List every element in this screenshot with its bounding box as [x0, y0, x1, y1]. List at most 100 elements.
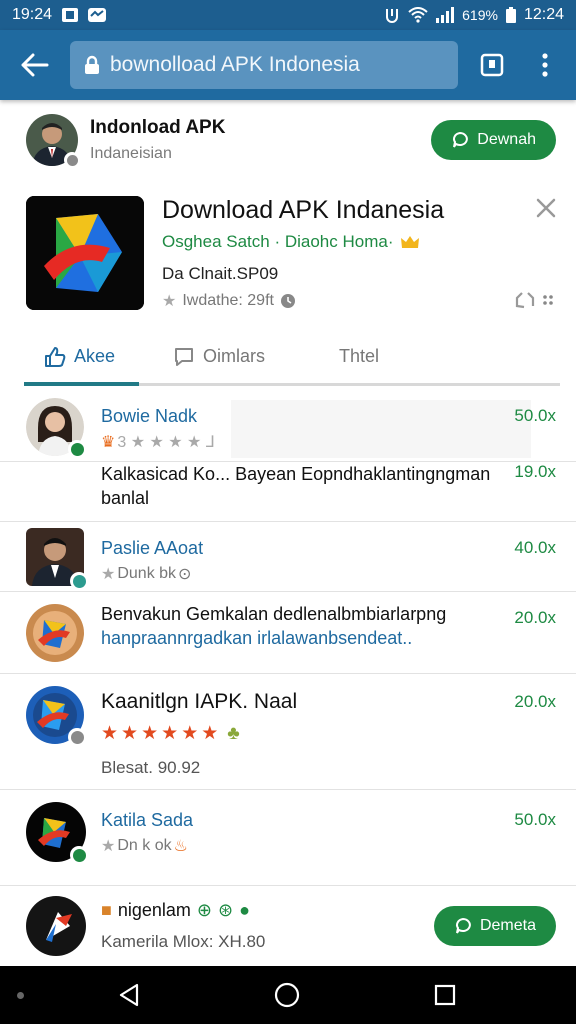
app-logo — [26, 196, 144, 310]
list-item[interactable]: Paslie AAoat ★ Dunk bk ⊙ 40.0x — [0, 522, 576, 592]
publisher-name: Indonload APK — [90, 117, 226, 138]
whatsapp-icon: ⊛ — [218, 900, 234, 920]
star-icon: ★ — [101, 723, 120, 744]
crown-icon — [400, 236, 419, 248]
item-description-line1: Benvakun Gemkalan dedlenalbmbiarlarpng — [101, 604, 447, 624]
close-button[interactable] — [534, 196, 558, 220]
triangle-back-icon — [119, 983, 139, 1007]
item-title: Katila Sada — [101, 810, 194, 830]
share-icon — [515, 292, 535, 309]
status-time-left: 19:24 — [12, 6, 53, 23]
info-icon: ● — [239, 900, 250, 920]
system-navigation-bar — [0, 966, 576, 1024]
item-title-row: ■ nigenlam ⊕ ⊛ ● — [101, 900, 250, 921]
star-icon: ★ — [181, 723, 200, 744]
app-rating-text: Iwdathe: 29ft — [182, 292, 274, 309]
overflow-menu-button[interactable] — [520, 30, 570, 100]
item-value: 20.0x — [514, 608, 556, 627]
list-item[interactable]: Kaanitlgn IAPK. Naal ★ ★ ★ ★ ★ ★ ♣ Blesa… — [0, 674, 576, 790]
item-description: Benvakun Gemkalan dedlenalbmbiarlarpng h… — [101, 602, 486, 650]
app-title: Download APK Indanesia — [162, 196, 445, 224]
tab-akee-label: Akee — [74, 346, 116, 366]
battery-icon — [505, 7, 516, 23]
star-icon: ★ — [141, 723, 160, 744]
hands-icon: ♣ — [227, 722, 241, 744]
tabs-icon — [480, 53, 504, 77]
nfc-icon — [384, 7, 400, 23]
app-developer-text: Osghea Satch · Diaohc Homa· — [162, 232, 394, 251]
chat-bubble-icon — [455, 917, 471, 934]
star-icon: ★ — [162, 293, 177, 310]
chat-bubble-icon — [453, 131, 469, 148]
app-rating: ★ Iwdathe: 29ft — [162, 291, 296, 311]
nav-home-button[interactable] — [272, 980, 302, 1010]
tabs-button[interactable] — [464, 30, 520, 100]
item-value: 50.0x — [514, 810, 556, 829]
avatar — [26, 528, 88, 590]
grid-dots-icon — [543, 295, 553, 305]
tab-thtel-label: Thtel — [339, 346, 380, 366]
status-bar: 19:24 619% 12:24 — [0, 0, 576, 30]
notification-icon — [62, 8, 79, 22]
browser-toolbar: bownolload APK Indonesia — [0, 30, 576, 100]
item-value: 50.0x — [514, 406, 556, 425]
publisher-download-button[interactable]: Dewnah — [431, 120, 556, 160]
item-rating: ★ ★ ★ ★ ★ ★ ♣ — [101, 722, 241, 745]
signal-icon — [436, 7, 455, 23]
online-icon — [68, 440, 86, 458]
fire-icon: ♨ — [173, 838, 188, 855]
tab-thtel[interactable]: Thtel — [309, 330, 429, 383]
wifi-icon — [408, 7, 428, 23]
status-clock: 12:24 — [523, 6, 564, 23]
item-value: 20.0x — [514, 692, 556, 711]
demeta-label: Demeta — [479, 917, 536, 934]
publisher-download-label: Dewnah — [477, 131, 536, 148]
publisher-avatar[interactable] — [26, 114, 80, 168]
verified-icon — [70, 572, 88, 590]
item-rating: ★ Dn k ok ♨ — [101, 836, 188, 856]
publisher-subtitle: Indaneisian — [90, 145, 172, 162]
list-item[interactable]: Bowie Nadk ♛ 3 ★ ★ ★ ★ ⅃ 50.0x — [0, 392, 576, 462]
item-title: nigenlam — [117, 900, 191, 920]
battery-percent: 619% — [462, 7, 498, 23]
star-icon: ★ — [121, 723, 140, 744]
chat-notification-icon — [88, 8, 107, 22]
list-item[interactable]: Benvakun Gemkalan dedlenalbmbiarlarpng h… — [0, 592, 576, 674]
tab-oimlars[interactable]: Oimlars — [139, 330, 309, 383]
placeholder-block — [231, 400, 531, 458]
item-description-line2: hanpraannrgadkan irlalawanbsendeat.. — [101, 628, 413, 648]
tab-akee[interactable]: Akee — [24, 330, 139, 383]
close-icon — [536, 198, 556, 218]
star-icon: ★ — [101, 566, 116, 583]
refresh-icon: ⊙ — [178, 566, 192, 583]
circle-home-icon — [274, 982, 300, 1008]
online-icon — [70, 846, 88, 864]
nav-recents-button[interactable] — [430, 980, 460, 1010]
share-actions[interactable] — [514, 290, 554, 310]
green-badge-icon: ⊕ — [196, 900, 213, 920]
item-rating: ♛ 3 ★ ★ ★ ★ ⅃ — [101, 432, 215, 452]
tab-bar: Akee Oimlars Thtel — [24, 330, 560, 386]
active-tab-indicator — [24, 382, 139, 386]
indicator-dot-icon — [17, 992, 24, 999]
item-title: Bowie Nadk — [101, 406, 198, 426]
item-rating-text: Dunk bk — [117, 565, 177, 582]
bag-icon: ■ — [101, 900, 112, 920]
comment-icon — [175, 347, 193, 366]
item-subtext: Blesat. 90.92 — [101, 758, 201, 777]
list-item[interactable]: Kalkasicad Ko... Bayean Eopndhaklantingn… — [0, 462, 576, 522]
list-item[interactable]: ■ nigenlam ⊕ ⊛ ● Kamerila Mlox: XH.80 De… — [0, 886, 576, 972]
avatar — [26, 896, 86, 956]
thumbs-up-icon — [45, 346, 66, 367]
square-recents-icon — [434, 984, 456, 1006]
nav-back-button[interactable] — [114, 980, 144, 1010]
demeta-button[interactable]: Demeta — [433, 906, 556, 946]
avatar — [26, 686, 86, 746]
back-button[interactable] — [0, 30, 70, 100]
lock-icon — [85, 55, 99, 74]
more-vertical-icon — [542, 53, 548, 77]
item-value: 19.0x — [514, 462, 556, 481]
list-item[interactable]: Katila Sada ★ Dn k ok ♨ 50.0x — [0, 790, 576, 886]
address-bar[interactable]: bownolload APK Indonesia — [70, 41, 458, 89]
app-developer[interactable]: Osghea Satch · Diaohc Homa· — [162, 232, 420, 252]
